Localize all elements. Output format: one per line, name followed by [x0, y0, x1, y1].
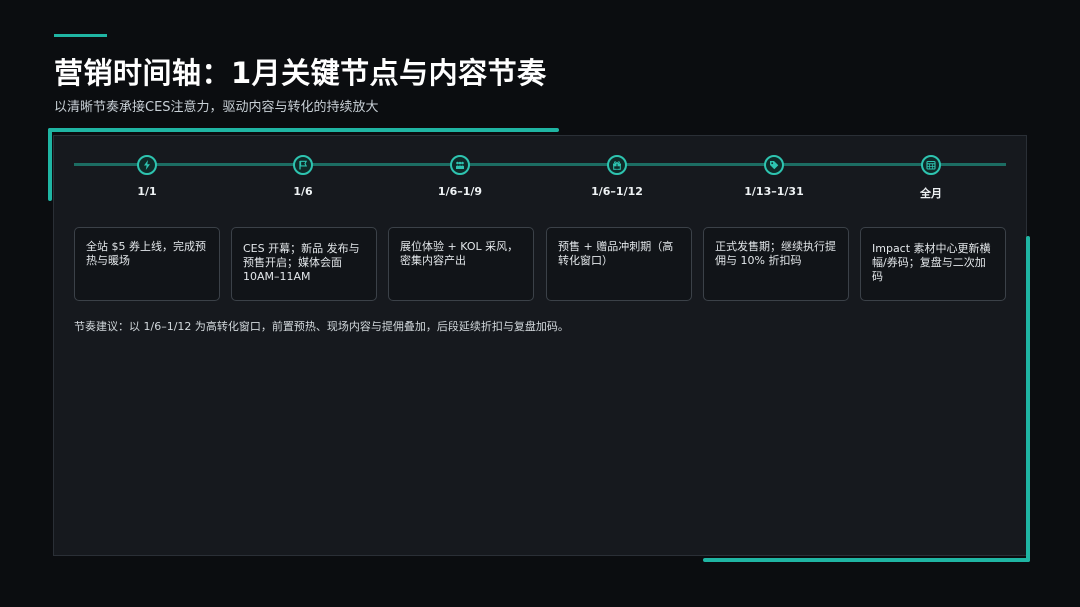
tag-icon	[770, 161, 779, 170]
timeline-node	[137, 155, 157, 175]
calendar-icon	[926, 160, 936, 170]
flag-icon	[299, 160, 308, 170]
lightning-icon	[144, 160, 150, 170]
milestone-date: 1/6–1/9	[437, 185, 483, 198]
people-icon	[456, 161, 464, 169]
page-subtitle: 以清晰节奏承接CES注意力，驱动内容与转化的持续放大	[54, 100, 379, 115]
timeline-node	[607, 155, 627, 175]
frame-accent-left	[48, 128, 52, 201]
timeline-node	[293, 155, 313, 175]
milestone-date: 全月	[920, 187, 942, 200]
milestone-date: 1/1	[137, 185, 157, 198]
milestone-card: 预售 + 赠品冲刺期（高转化窗口）	[546, 227, 692, 301]
frame-accent-bottom	[703, 558, 1030, 562]
timeline-node	[450, 155, 470, 175]
milestone-card: CES 开幕；新品 发布与预售开启；媒体会面 10AM–11AM	[231, 227, 377, 301]
page-title: 营销时间轴：1月关键节点与内容节奏	[54, 56, 547, 90]
title-accent-bar	[54, 34, 107, 37]
timeline-node	[921, 155, 941, 175]
milestone-date: 1/6	[293, 185, 313, 198]
rhythm-note: 节奏建议：以 1/6–1/12 为高转化窗口，前置预热、现场内容与提佣叠加，后段…	[74, 320, 569, 333]
milestone-card: 全站 $5 券上线，完成预热与暖场	[74, 227, 220, 301]
milestone-card: Impact 素材中心更新横幅/券码；复盘与二次加码	[860, 227, 1006, 301]
gift-icon	[613, 161, 621, 170]
timeline-node	[764, 155, 784, 175]
milestone-card: 正式发售期；继续执行提佣与 10% 折扣码	[703, 227, 849, 301]
milestone-date: 1/13–1/31	[744, 185, 804, 198]
milestone-date: 1/6–1/12	[591, 185, 643, 198]
milestone-card: 展位体验 + KOL 采风，密集内容产出	[388, 227, 534, 301]
frame-accent-top	[48, 128, 559, 132]
frame-accent-right	[1026, 236, 1030, 562]
timeline-line	[74, 163, 1006, 166]
